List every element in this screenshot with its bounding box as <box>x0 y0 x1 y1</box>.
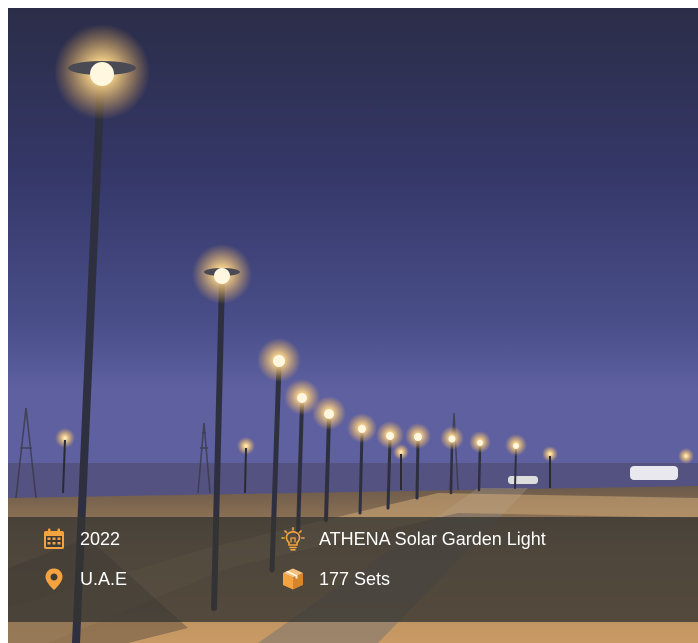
calendar-icon <box>42 527 66 551</box>
project-year: 2022 <box>42 526 120 552</box>
project-location: U.A.E <box>42 566 127 592</box>
project-product-text: ATHENA Solar Garden Light <box>319 528 546 549</box>
map-pin-icon <box>42 567 66 591</box>
project-product: ATHENA Solar Garden Light <box>281 526 546 552</box>
project-quantity-text: 177 Sets <box>319 568 391 589</box>
project-location-text: U.A.E <box>80 568 128 589</box>
package-icon <box>281 567 305 591</box>
project-quantity: 177 Sets <box>281 566 390 592</box>
project-year-text: 2022 <box>80 528 121 549</box>
lightbulb-icon <box>281 527 305 551</box>
